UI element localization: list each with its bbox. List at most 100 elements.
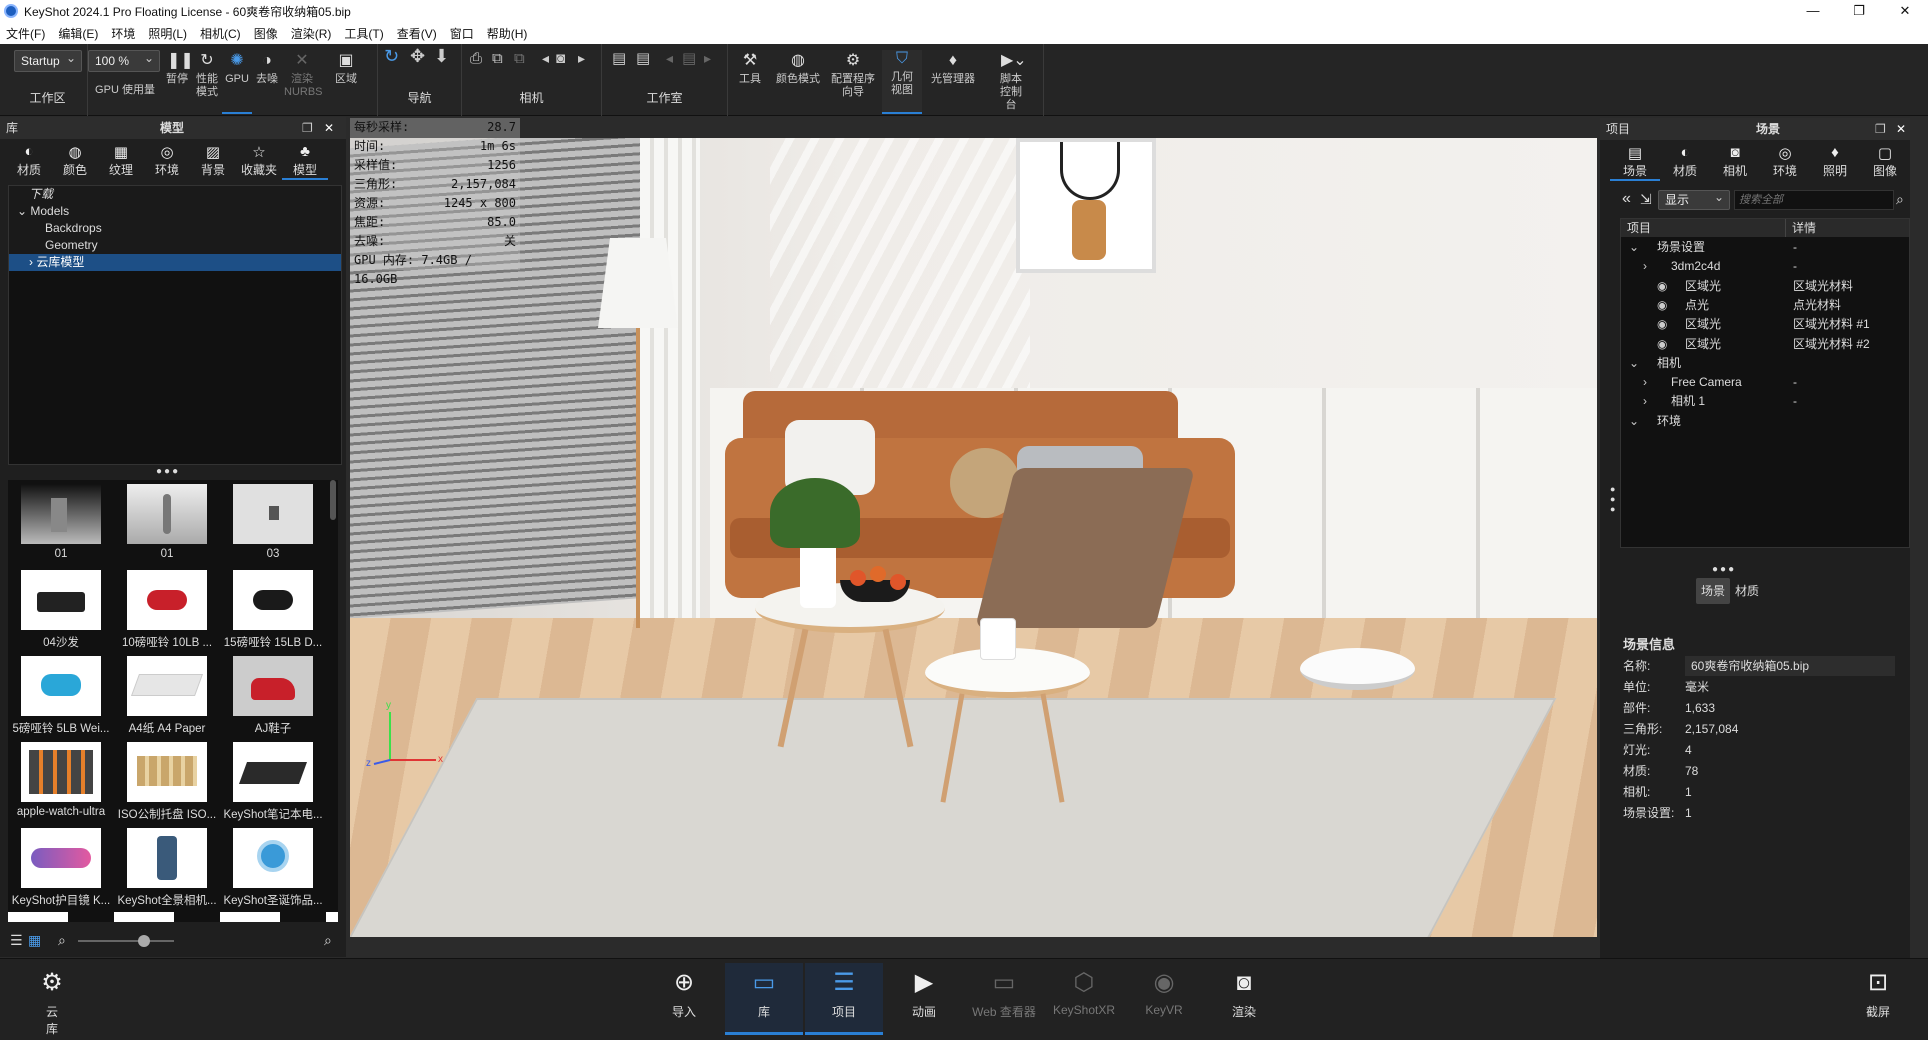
thumb-item[interactable]: 5磅哑铃 5LB Wei... [8,652,114,735]
tree-item-cloud-models[interactable]: › 云库模型 [9,254,341,271]
thumb-item[interactable]: 01 [8,480,114,562]
search-icon[interactable]: ⌕ [1896,191,1904,208]
splitter-handle-icon[interactable]: ●●● [156,466,180,477]
thumb-item[interactable]: AJ鞋子 [220,652,326,735]
thumb-item[interactable]: 15磅哑铃 15LB D... [220,566,326,649]
import-button[interactable]: ⊕ 导入 [645,963,723,1035]
rendered-scene-image[interactable]: y x z [350,138,1597,937]
denoise-button[interactable]: ◑ 去噪 [252,52,282,86]
display-select[interactable]: 显示 [1658,188,1730,210]
panel-close-icon[interactable]: ✕ [1896,118,1906,140]
menu-edit[interactable]: 编辑(E) [58,25,98,42]
eye-icon[interactable]: › [1643,373,1647,392]
studio-icon[interactable]: ▤ [612,51,626,66]
menu-render[interactable]: 渲染(R) [291,25,332,42]
camera-lock-icon[interactable]: ⧉ [514,51,525,66]
scene-tree-row[interactable]: ⌄ 相机 [1623,354,1913,373]
grid-view-icon[interactable]: ▦ [28,932,41,949]
tree-item-models[interactable]: ⌄ Models [9,203,341,220]
color-mode-button[interactable]: ◍ 颜色模式 [772,52,824,86]
eye-icon[interactable]: ◉ [1657,277,1667,296]
thumb-item[interactable]: KeyShot圣诞饰品... [220,824,326,907]
studio-next-icon[interactable]: ▸ [704,51,711,65]
menu-camera[interactable]: 相机(C) [200,25,241,42]
tab-camera[interactable]: ◙ 相机 [1710,144,1760,181]
eye-icon[interactable]: ◉ [1657,315,1667,334]
eye-icon[interactable]: › [1643,257,1647,276]
scene-tree-row[interactable]: › 相机 1 - [1623,392,1913,411]
maximize-button[interactable]: ❐ [1836,0,1882,22]
tab-lighting[interactable]: ♦ 照明 [1810,144,1860,181]
pause-button[interactable]: ❚❚ 暂停 [162,52,194,86]
light-manager-button[interactable]: ♦ 光管理器 [926,52,980,86]
list-view-icon[interactable]: ☰ [10,932,23,949]
close-button[interactable]: ✕ [1882,0,1928,22]
menu-environment[interactable]: 环境 [111,25,135,42]
tree-item-backdrops[interactable]: Backdrops [9,220,341,237]
camera-view-icon[interactable]: ◙ [556,51,565,66]
cloud-library-button[interactable]: ⚙ 云库 [12,963,92,1036]
camera-next-icon[interactable]: ▸ [578,51,585,65]
menu-image[interactable]: 图像 [254,25,278,42]
thumb-item[interactable]: 01 [114,480,220,562]
rotate-icon[interactable]: ↻ [384,47,399,65]
thumbnail-scrollbar[interactable] [330,480,336,520]
collapse-all-icon[interactable]: « [1622,190,1631,208]
web-viewer-button[interactable]: ▭ Web 查看器 [965,963,1043,1035]
render-nurbs-button[interactable]: ✕ 渲染NURBS [282,52,323,99]
scene-tree-row[interactable]: ◉ 点光 点光材料 [1623,296,1913,315]
tab-scene[interactable]: ▤ 场景 [1610,144,1660,181]
chevron-down-icon[interactable]: ⌄ [1629,412,1639,431]
subtab-scene[interactable]: 场景 [1696,578,1730,604]
studio-view-icon[interactable]: ▤ [682,51,696,66]
thumb-item[interactable]: 04沙发 [8,566,114,649]
thumb-item[interactable]: apple-watch-ultra [8,738,114,820]
thumbnail-size-slider[interactable] [78,940,174,942]
fold-icon[interactable]: ⇲ [1640,191,1652,208]
eye-icon[interactable]: › [1643,392,1647,411]
side-handle-icon[interactable]: ● ● ● [1610,484,1615,514]
tab-texture[interactable]: ▦ 纹理 [98,143,144,180]
config-wizard-button[interactable]: ⚙ 配置程序向导 [826,52,880,99]
minimize-button[interactable]: — [1790,0,1836,22]
workspace-select[interactable]: Startup [14,48,82,72]
zoom-select[interactable]: 100 % [88,48,160,72]
camera-prev-icon[interactable]: ◂ [542,51,549,65]
scene-tree-row[interactable]: ⌄ 场景设置 - [1623,238,1913,257]
scene-tree-row[interactable]: › Free Camera - [1623,373,1913,392]
animation-button[interactable]: ▶ 动画 [885,963,963,1035]
menu-file[interactable]: 文件(F) [6,25,45,42]
menu-view[interactable]: 查看(V) [397,25,437,42]
panel-close-icon[interactable]: ✕ [324,117,334,139]
zoom-out-icon[interactable]: ⌕ [58,932,66,949]
tab-environment[interactable]: ◎ 环境 [144,143,190,180]
eye-icon[interactable]: ◉ [1657,335,1667,354]
render-button[interactable]: ◙ 渲染 [1205,963,1283,1035]
thumb-item[interactable]: 03 [220,480,326,562]
scene-tree-row[interactable]: ◉ 区域光 区域光材料 #1 [1623,315,1913,334]
thumb-item[interactable]: 10磅哑铃 10LB ... [114,566,220,649]
screenshot-button[interactable]: ⊡ 截屏 [1838,963,1918,1035]
region-button[interactable]: ▣ 区域 [326,52,366,86]
scene-tree-row[interactable]: › 3dm2c4d - [1623,257,1913,276]
tools-button[interactable]: ⚒ 工具 [732,52,768,86]
studio-add-icon[interactable]: ▤ [636,51,650,66]
thumb-item[interactable]: ISO公制托盘 ISO... [114,738,220,821]
tab-color[interactable]: ◍ 颜色 [52,143,98,180]
eye-icon[interactable]: ◉ [1657,296,1667,315]
tab-background[interactable]: ▨ 背景 [190,143,236,180]
performance-mode-button[interactable]: ↻ 性能模式 [192,52,222,99]
undock-icon[interactable]: ❐ [302,117,313,139]
zoom-in-icon[interactable]: ⌕ [324,932,332,949]
library-button[interactable]: ▭ 库 [725,963,803,1035]
render-viewport[interactable]: y x z 每秒采样: 28.7 时间: 1m 6s 采样值: 1256 三角形: 2,… [350,118,1597,937]
dolly-icon[interactable]: ⬇ [434,47,449,65]
thumb-item[interactable]: KeyShot笔记本电... [220,738,326,821]
geometry-view-button[interactable]: ⛉ 几何视图 [882,50,922,114]
tab-favorites[interactable]: ☆ 收藏夹 [236,143,282,180]
project-button[interactable]: ☰ 项目 [805,963,883,1035]
keyvr-button[interactable]: ◉ KeyVR [1125,963,1203,1035]
keyshotxr-button[interactable]: ⬡ KeyShotXR [1045,963,1123,1035]
splitter-handle-icon[interactable]: ●●● [1712,564,1736,575]
scene-tree-row[interactable]: ◉ 区域光 区域光材料 [1623,277,1913,296]
